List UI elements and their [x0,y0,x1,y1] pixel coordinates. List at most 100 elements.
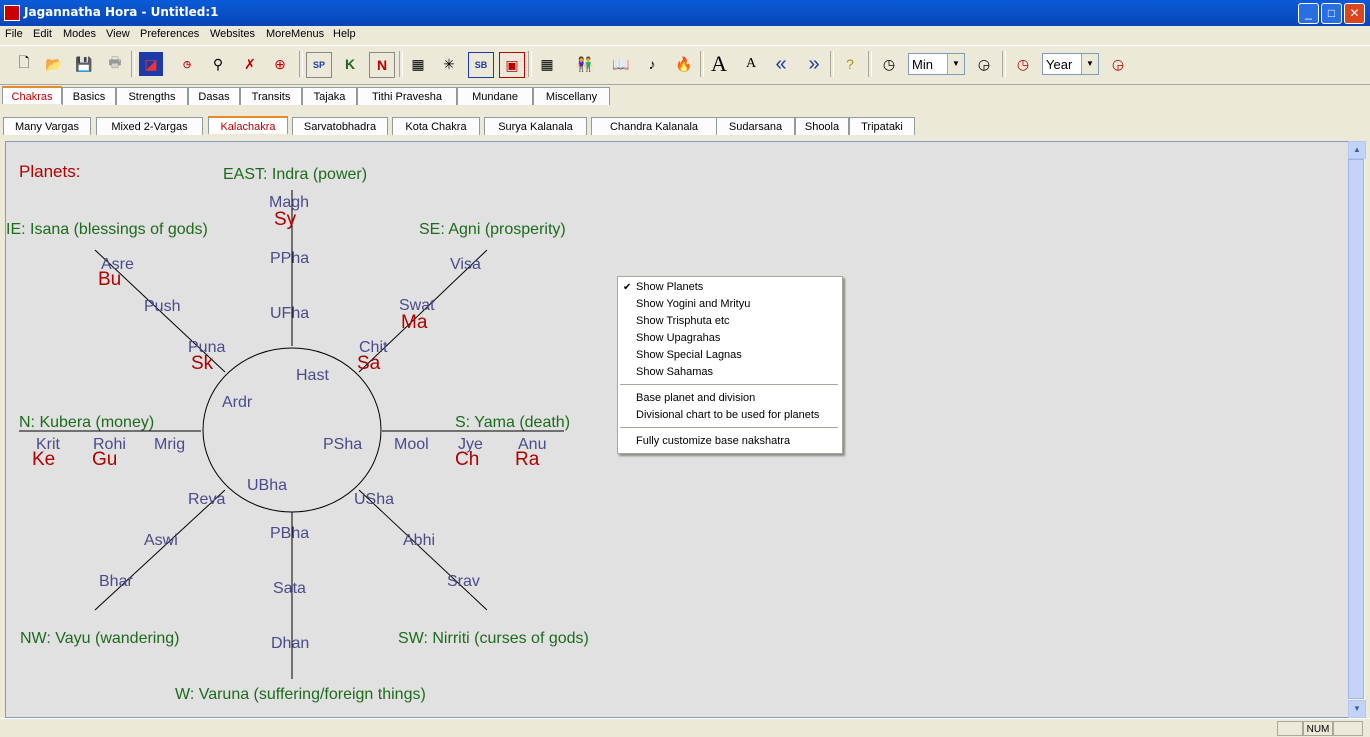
tab-kalachakra[interactable]: Kalachakra [208,116,288,134]
minimize-button[interactable]: _ [1298,3,1319,24]
font-larger-icon[interactable]: A [707,51,731,76]
tab-surya-kalanala[interactable]: Surya Kalanala [484,117,587,135]
delete-data-icon[interactable]: ✗ [238,52,262,76]
tab-shoola[interactable]: Shoola [795,117,849,135]
planet-gu: Gu [92,449,117,470]
nakshatra-mool: Mool [394,436,429,453]
data-clock-icon[interactable]: ◷ [175,52,199,76]
scroll-down-icon[interactable]: ▼ [1348,700,1366,718]
chakra-tab-row: Many Vargas Mixed 2-Vargas Kalachakra Sa… [0,116,1370,135]
grid-icon[interactable]: ▦ [406,52,430,76]
new-file-icon[interactable]: 🗋 [12,52,36,76]
help-icon[interactable]: ? [838,52,862,76]
b-grid-icon[interactable]: ▦ [535,52,559,76]
tab-mixed-2-vargas[interactable]: Mixed 2-Vargas [96,117,203,135]
tab-tripataki[interactable]: Tripataki [849,117,915,135]
dance-icon[interactable]: ♪ [640,52,664,76]
n-icon[interactable]: N [369,52,395,78]
nakshatra-ubha: UBha [247,477,287,494]
chevron-down-icon[interactable]: ▼ [1081,54,1098,74]
menu-preferences[interactable]: Preferences [140,28,199,40]
tab-miscellany[interactable]: Miscellany [533,87,610,105]
tab-transits[interactable]: Transits [240,87,302,105]
scroll-up-icon[interactable]: ▲ [1348,141,1366,159]
book-icon[interactable]: 📖 [609,52,633,76]
app-icon[interactable] [4,5,20,21]
tab-kota-chakra[interactable]: Kota Chakra [392,117,480,135]
menu-moremenus[interactable]: MoreMenus [266,28,324,40]
menu-file[interactable]: File [5,28,23,40]
toolbar-separator [830,51,834,77]
menu-divisional-chart[interactable]: Divisional chart to be used for planets [636,409,819,421]
planets-heading: Planets: [19,162,80,181]
transit-back-icon[interactable]: ◷ [1011,52,1035,76]
menu-show-trisphuta[interactable]: Show Trisphuta etc [636,315,730,327]
menu-show-planets[interactable]: Show Planets [636,281,703,293]
nakshatra-hast: Hast [296,367,329,384]
vertical-scrollbar[interactable]: ▲ ▼ [1348,141,1366,718]
nakshatra-bhar: Bhar [99,573,133,590]
scroll-thumb[interactable] [1348,159,1364,699]
toolbar-separator [528,51,532,77]
menu-separator [620,384,838,385]
menu-show-special-lagnas[interactable]: Show Special Lagnas [636,349,742,361]
toolbar-separator [299,51,303,77]
tab-tithi-pravesha[interactable]: Tithi Pravesha [357,87,457,105]
menu-edit[interactable]: Edit [33,28,52,40]
previous-icon[interactable]: « [769,52,793,76]
tab-basics[interactable]: Basics [62,87,116,105]
target-icon[interactable]: ⊕ [268,52,292,76]
time-forward-icon[interactable]: ◶ [972,52,996,76]
menu-modes[interactable]: Modes [63,28,96,40]
tab-strengths[interactable]: Strengths [116,87,188,105]
direction-west: W: Varuna (suffering/foreign things) [175,686,426,703]
status-panel [1333,721,1363,736]
tab-tajaka[interactable]: Tajaka [302,87,357,105]
star-icon[interactable]: ✳ [437,52,461,76]
chart-icon[interactable]: ◪ [139,52,163,76]
next-icon[interactable]: » [802,52,826,76]
tab-sarvatobhadra[interactable]: Sarvatobhadra [292,117,388,135]
menu-base-planet-division[interactable]: Base planet and division [636,392,755,404]
time-back-icon[interactable]: ◷ [877,52,901,76]
tab-dasas[interactable]: Dasas [188,87,240,105]
print-icon[interactable]: 🖶 [103,52,127,76]
transit-forward-icon[interactable]: ◶ [1106,52,1130,76]
menu-customize-base-nakshatra[interactable]: Fully customize base nakshatra [636,435,790,447]
tab-chakras[interactable]: Chakras [2,86,62,104]
menu-view[interactable]: View [106,28,130,40]
menu-show-upagrahas[interactable]: Show Upagrahas [636,332,720,344]
maximize-button[interactable]: □ [1321,3,1342,24]
tab-mundane[interactable]: Mundane [457,87,533,105]
close-button[interactable]: ✕ [1344,3,1365,24]
people-icon[interactable]: 👫 [573,52,597,76]
status-panel [1277,721,1303,736]
sb-icon[interactable]: SB [468,52,494,78]
menu-show-yogini-mrityu[interactable]: Show Yogini and Mrityu [636,298,750,310]
time-unit-select[interactable]: Min ▼ [908,53,965,75]
sp-kh-icon[interactable]: SP [306,52,332,78]
nakshatra-ufha: UFha [270,305,309,322]
menu-separator [620,427,838,428]
menu-websites[interactable]: Websites [210,28,255,40]
planet-sk: Sk [191,353,214,374]
fire-icon[interactable]: 🔥 [672,52,696,76]
toolbar: 🗋 📂 💾 🖶 ◪ ◷ ⚲ ✗ ⊕ SP K N ▦ ✳ SB ▣ ▦ 👫 📖 … [0,45,1370,85]
menu-show-sahamas[interactable]: Show Sahamas [636,366,713,378]
open-folder-icon[interactable]: 📂 [42,52,66,76]
font-smaller-icon[interactable]: A [739,52,763,76]
tab-many-vargas[interactable]: Many Vargas [3,117,91,135]
menu-help[interactable]: Help [333,28,356,40]
kota-icon[interactable]: ▣ [499,52,525,78]
nakshatra-aswi: Aswi [144,532,178,549]
tab-chandra-kalanala[interactable]: Chandra Kalanala [591,117,717,135]
direction-nw: NW: Vayu (wandering) [20,630,179,647]
window-title: Jagannatha Hora - Untitled:1 [24,5,219,19]
title-bar: Jagannatha Hora - Untitled:1 _ □ ✕ [0,0,1370,26]
period-unit-select[interactable]: Year ▼ [1042,53,1099,75]
chevron-down-icon[interactable]: ▼ [947,54,964,74]
tab-sudarsana[interactable]: Sudarsana [716,117,795,135]
save-icon[interactable]: 💾 [72,52,96,76]
edit-data-icon[interactable]: ⚲ [206,52,230,76]
k-icon[interactable]: K [338,52,362,76]
